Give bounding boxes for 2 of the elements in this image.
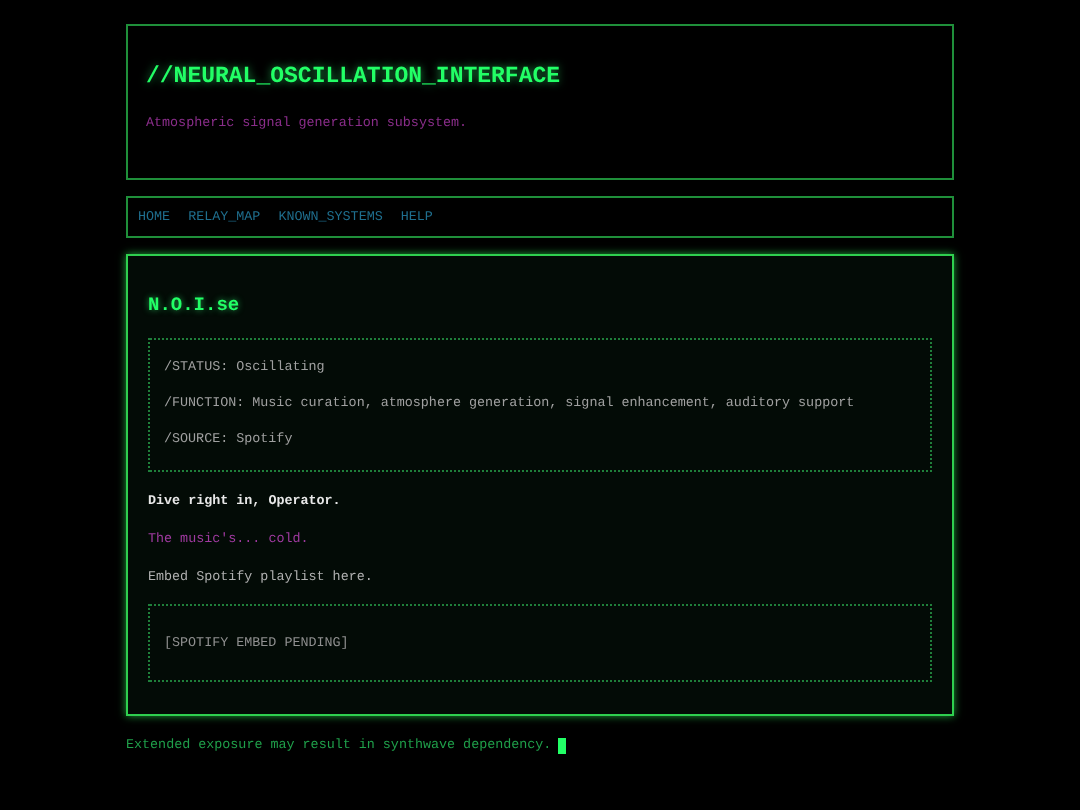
page-title: //NEURAL_OSCILLATION_INTERFACE: [146, 64, 563, 92]
card-title: N.O.I.se: [148, 294, 242, 316]
